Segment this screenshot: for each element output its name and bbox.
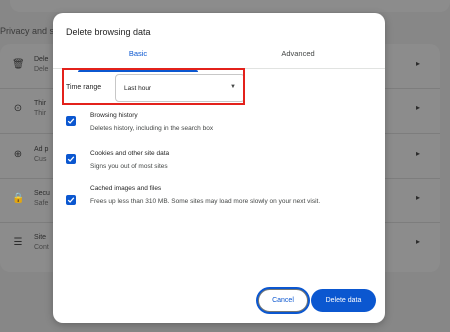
- chevron-right-icon: ▸: [415, 193, 420, 202]
- cancel-button[interactable]: Cancel: [258, 289, 308, 312]
- cookie-icon: ⊙: [13, 103, 23, 114]
- background-top-card: [10, 0, 450, 12]
- lock-icon: 🔒: [12, 193, 25, 204]
- cookies-checkbox[interactable]: [66, 154, 76, 164]
- checkmark-icon: [67, 156, 75, 162]
- option-description: Signs you out of most sites: [90, 163, 168, 170]
- option-title: Cookies and other site data: [90, 150, 170, 157]
- cached-images-checkbox[interactable]: [66, 195, 76, 205]
- background-row-subtitle: Cont: [34, 244, 49, 251]
- background-row-title: Ad p: [34, 146, 49, 153]
- chevron-right-icon: ▸: [415, 59, 420, 68]
- delete-browsing-data-dialog: Delete browsing data Basic Advanced Time…: [53, 13, 385, 323]
- checkmark-icon: [67, 118, 75, 124]
- background-section-title: Privacy and s: [0, 26, 55, 36]
- background-row-subtitle: Safe: [34, 200, 49, 207]
- trash-icon: 🗑: [12, 59, 25, 70]
- ad-privacy-icon: ⊕: [13, 149, 23, 160]
- tab-basic[interactable]: Basic: [66, 49, 210, 72]
- site-settings-icon: ☰: [13, 237, 23, 248]
- dialog-title: Delete browsing data: [66, 27, 151, 37]
- highlight-annotation: [62, 68, 245, 105]
- option-description: Deletes history, including in the search…: [90, 125, 214, 132]
- background-row-title: Thir: [34, 100, 47, 107]
- option-title: Browsing history: [90, 112, 138, 119]
- chevron-right-icon: ▸: [415, 237, 420, 246]
- tab-advanced[interactable]: Advanced: [233, 49, 363, 69]
- background-row-subtitle: Dele: [34, 66, 49, 73]
- chevron-right-icon: ▸: [415, 149, 420, 158]
- checkmark-icon: [67, 197, 75, 203]
- background-row-subtitle: Thir: [34, 110, 47, 117]
- background-row-subtitle: Cus: [34, 156, 47, 163]
- browsing-history-checkbox[interactable]: [66, 116, 76, 126]
- option-description: Frees up less than 310 MB. Some sites ma…: [90, 198, 321, 205]
- background-row-title: Secu: [34, 190, 50, 197]
- chevron-right-icon: ▸: [415, 103, 420, 112]
- background-row-title: Site: [34, 234, 47, 241]
- tab-advanced-label: Advanced: [281, 49, 315, 58]
- option-title: Cached images and files: [90, 185, 162, 192]
- delete-data-button[interactable]: Delete data: [311, 289, 376, 312]
- background-row-title: Dele: [34, 56, 49, 63]
- tab-basic-label: Basic: [128, 49, 148, 58]
